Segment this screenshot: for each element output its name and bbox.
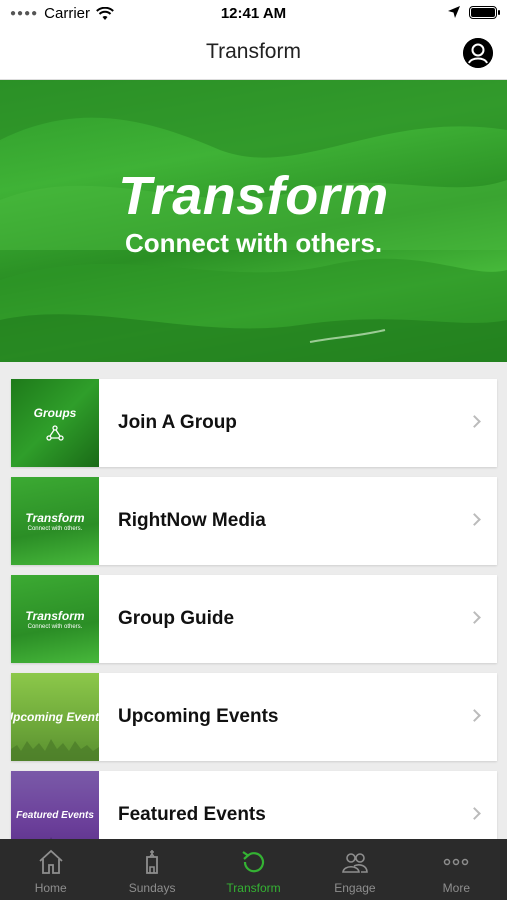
tab-home[interactable]: Home [0,839,101,900]
thumb-title: Transform [25,608,85,623]
list-item-label: RightNow Media [118,510,266,531]
thumb-subtitle: Connect with others. [27,525,83,532]
list-item-label: Group Guide [118,608,235,629]
status-right [447,5,500,19]
hero-banner: Transform Connect with others. [0,80,507,362]
page-title: Transform [206,40,301,63]
hero-title: Transform [118,166,389,226]
more-icon [444,858,469,866]
thumb-title: Groups [33,405,77,420]
profile-icon [463,38,493,68]
transform-thumbnail: Transform Connect with others. [11,477,99,565]
tab-more[interactable]: More [406,839,507,900]
tab-bar: Home Sundays Transform Engage More [0,839,507,900]
list-item-rightnow-media[interactable]: Transform Connect with others. RightNow … [11,477,497,565]
list-item-label: Featured Events [118,804,266,825]
transform-icon [241,851,264,873]
tab-label: Sundays [128,881,176,895]
status-bar: ●●●● Carrier 12:41 AM [0,0,507,26]
tab-engage[interactable]: Engage [304,839,405,900]
chevron-right-icon [468,611,481,624]
battery-icon [469,5,500,19]
thumb-title: Upcoming Events [11,710,99,724]
nav-bar: Transform [0,26,507,80]
network-icon [46,424,64,441]
tab-sundays[interactable]: Sundays [101,839,202,900]
thumb-title: Transform [25,510,85,525]
chevron-right-icon [468,709,481,722]
engage-icon [341,853,368,873]
profile-button[interactable] [463,38,493,68]
list-item-group-guide[interactable]: Transform Connect with others. Group Gui… [11,575,497,663]
list-item-label: Upcoming Events [118,706,279,727]
list-item-upcoming-events[interactable]: Upcoming Events Upcoming Events [11,673,497,761]
thumb-title: Featured Events [16,809,94,821]
crowd-silhouette-icon [11,739,99,761]
hero-subtitle: Connect with others. [124,228,383,258]
list-item-label: Join A Group [118,412,237,433]
chevron-right-icon [468,415,481,428]
groups-thumbnail: Groups [11,379,99,467]
tab-transform[interactable]: Transform [203,839,304,900]
tab-label: Engage [334,881,376,895]
location-icon [448,6,460,18]
sundays-icon [146,850,159,874]
thumb-subtitle: Connect with others. [27,623,83,630]
tab-label: Transform [226,881,281,895]
tab-label: Home [34,881,67,895]
list-item-join-a-group[interactable]: Groups Join A Group [11,379,497,467]
chevron-right-icon [468,513,481,526]
upcoming-events-thumbnail: Upcoming Events [11,673,99,761]
transform-thumbnail: Transform Connect with others. [11,575,99,663]
menu-list: Groups Join A Group Transform Connect wi… [11,379,497,869]
tab-label: More [442,881,470,895]
home-icon [39,849,63,874]
status-time: 12:41 AM [220,5,287,22]
chevron-right-icon [468,807,481,820]
